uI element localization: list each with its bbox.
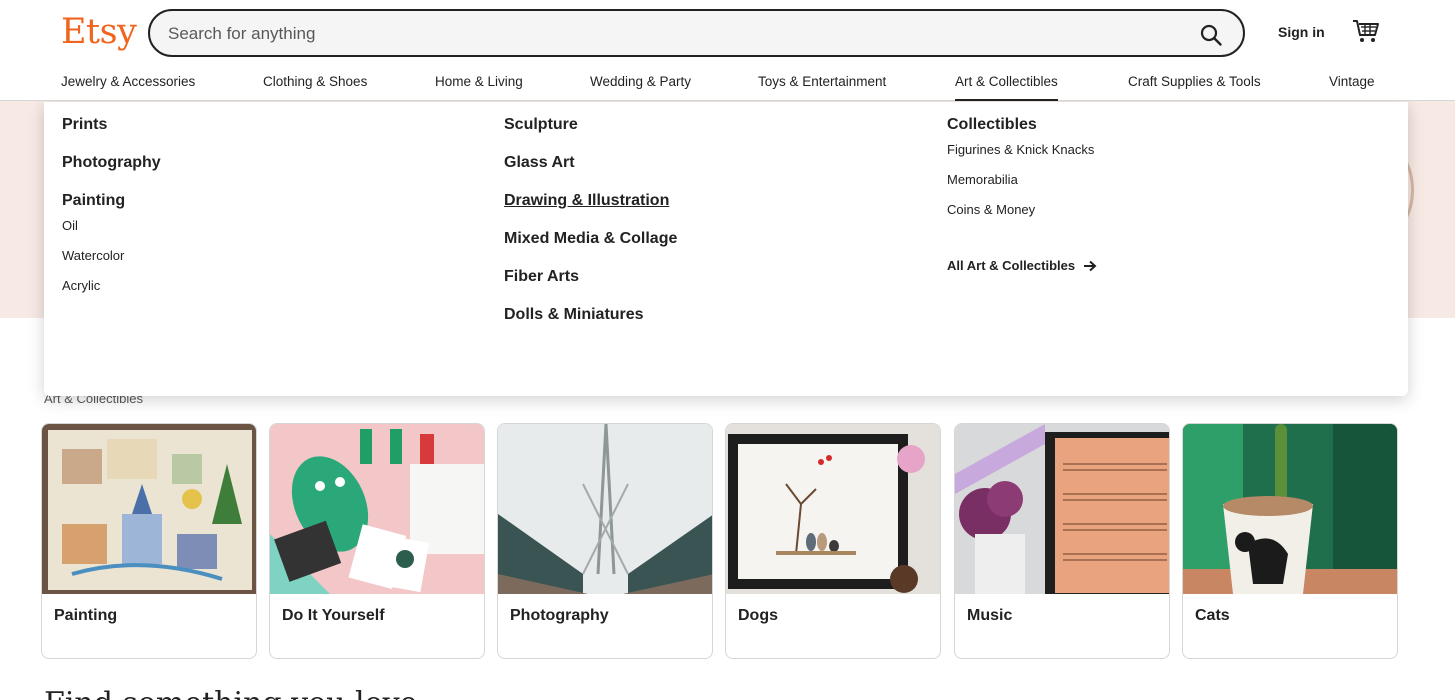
card-dogs-image [726, 424, 940, 594]
card-painting-label: Painting [54, 607, 118, 624]
dropdown-collectibles[interactable]: Collectibles [947, 116, 1037, 134]
search-icon[interactable] [1199, 23, 1223, 47]
nav-wedding-party[interactable]: Wedding & Party [590, 74, 691, 101]
card-painting[interactable]: Painting [41, 423, 257, 659]
dropdown-dolls-miniatures[interactable]: Dolls & Miniatures [504, 306, 644, 324]
dropdown-acrylic[interactable]: Acrylic [62, 278, 100, 293]
dropdown-painting[interactable]: Painting [62, 192, 125, 210]
category-dropdown: Prints Photography Painting Oil Watercol… [44, 102, 1408, 396]
card-cats-image [1183, 424, 1397, 594]
nav-vintage[interactable]: Vintage [1329, 74, 1375, 101]
card-diy-label: Do It Yourself [282, 607, 385, 624]
dropdown-drawing-illustration[interactable]: Drawing & Illustration [504, 192, 669, 210]
nav-craft-supplies-tools[interactable]: Craft Supplies & Tools [1128, 74, 1261, 101]
search-input[interactable] [168, 22, 1148, 46]
dropdown-mixed-media-collage[interactable]: Mixed Media & Collage [504, 230, 677, 248]
card-photography-image [498, 424, 712, 594]
dropdown-prints[interactable]: Prints [62, 116, 107, 134]
dropdown-watercolor[interactable]: Watercolor [62, 248, 124, 263]
dropdown-memorabilia[interactable]: Memorabilia [947, 172, 1018, 187]
dropdown-sculpture[interactable]: Sculpture [504, 116, 578, 134]
card-music-label: Music [967, 607, 1013, 624]
nav-art-collectibles[interactable]: Art & Collectibles [955, 74, 1058, 101]
nav-jewelry-accessories[interactable]: Jewelry & Accessories [61, 74, 195, 101]
sign-in-button[interactable]: Sign in [1278, 24, 1325, 40]
all-art-collectibles-label: All Art & Collectibles [947, 258, 1076, 273]
nav-clothing-shoes[interactable]: Clothing & Shoes [263, 74, 367, 101]
section-heading: Find something you love [44, 686, 417, 700]
site-header: Etsy Sign in Jewelry & Accessories Cloth… [0, 0, 1455, 101]
card-photography-label: Photography [510, 607, 609, 624]
search-bar[interactable] [148, 9, 1245, 57]
dropdown-figurines[interactable]: Figurines & Knick Knacks [947, 142, 1094, 157]
category-nav: Jewelry & Accessories Clothing & Shoes H… [0, 73, 1455, 101]
nav-home-living[interactable]: Home & Living [435, 74, 523, 101]
dropdown-photography[interactable]: Photography [62, 154, 161, 172]
card-music-image [955, 424, 1169, 594]
card-dogs-label: Dogs [738, 607, 778, 624]
card-photography[interactable]: Photography [497, 423, 713, 659]
card-cats-label: Cats [1195, 607, 1230, 624]
arrow-right-icon [1084, 260, 1097, 271]
nav-toys-entertainment[interactable]: Toys & Entertainment [758, 74, 886, 101]
card-dogs[interactable]: Dogs [725, 423, 941, 659]
card-music[interactable]: Music [954, 423, 1170, 659]
card-painting-image [42, 424, 256, 594]
card-cats[interactable]: Cats [1182, 423, 1398, 659]
etsy-logo[interactable]: Etsy [61, 12, 137, 52]
card-diy-image [270, 424, 484, 594]
dropdown-fiber-arts[interactable]: Fiber Arts [504, 268, 579, 286]
shopping-cart-icon[interactable] [1352, 18, 1380, 44]
all-art-collectibles-link[interactable]: All Art & Collectibles [947, 258, 1097, 273]
card-do-it-yourself[interactable]: Do It Yourself [269, 423, 485, 659]
dropdown-coins-money[interactable]: Coins & Money [947, 202, 1035, 217]
dropdown-glass-art[interactable]: Glass Art [504, 154, 575, 172]
dropdown-oil[interactable]: Oil [62, 218, 78, 233]
